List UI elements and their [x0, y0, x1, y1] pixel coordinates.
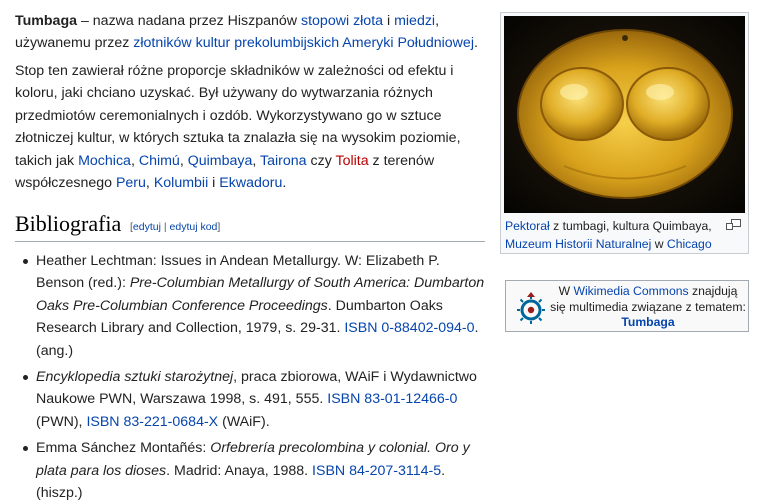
image-thumbnail: Pektorał z tumbagi, kultura Quimbaya, Muz…	[500, 12, 749, 254]
text: (PWN),	[36, 413, 87, 430]
link-wikimedia-commons[interactable]: Wikimedia Commons	[573, 284, 688, 298]
link-ameryki-poludniowej[interactable]: Ameryki Południowej	[342, 35, 474, 51]
magnify-clip-icon[interactable]	[726, 219, 741, 230]
list-item: Emma Sánchez Montañés: Orfebrería precol…	[15, 437, 490, 504]
text: ]	[217, 221, 221, 233]
isbn-link[interactable]: ISBN 0-88402-094-0	[344, 320, 474, 336]
text: w	[651, 237, 667, 251]
text: – nazwa nadana przez Hiszpanów	[77, 13, 301, 29]
isbn-link[interactable]: ISBN 83-01-12466-0	[327, 391, 457, 407]
description-paragraph: Stop ten zawierał różne proporcje składn…	[15, 60, 485, 194]
section-heading: Bibliografia [edytuj | edytuj kod]	[15, 210, 485, 242]
link-mochica[interactable]: Mochica	[78, 153, 131, 169]
edit-section-links: [edytuj | edytuj kod]	[130, 220, 220, 234]
text: z tumbagi, kultura Quimbaya,	[549, 219, 712, 233]
book-title: Encyklopedia sztuki starożytnej	[36, 369, 234, 386]
link-kultur-prekolumbijskich[interactable]: kultur prekolumbijskich	[196, 35, 340, 51]
text: .	[282, 175, 287, 192]
edit-source-link[interactable]: edytuj kod	[170, 221, 218, 233]
bullet	[23, 446, 28, 452]
text: ,	[179, 152, 188, 169]
bullet	[23, 375, 28, 381]
isbn-link[interactable]: ISBN 84-207-3114-5	[312, 463, 441, 479]
commons-text: W Wikimedia Commons znajdują się multime…	[550, 284, 746, 331]
link-chimu[interactable]: Chimú	[139, 153, 180, 169]
link-zloto[interactable]: złota	[353, 13, 383, 29]
commons-box: W Wikimedia Commons znajdują się multime…	[505, 280, 749, 332]
text: ,	[130, 152, 139, 169]
wikimedia-commons-logo-icon	[517, 292, 545, 324]
link-stop[interactable]: stopowi	[301, 13, 349, 29]
link-ekwadoru[interactable]: Ekwadoru	[219, 175, 282, 191]
text: i	[383, 13, 395, 29]
link-miedz[interactable]: miedzi	[394, 13, 435, 29]
link-chicago[interactable]: Chicago	[667, 237, 712, 251]
link-peru[interactable]: Peru	[116, 175, 146, 191]
link-kolumbii[interactable]: Kolumbii	[154, 175, 208, 191]
link-commons-topic[interactable]: Tumbaga	[621, 315, 674, 329]
link-zlotnikow[interactable]: złotników	[133, 35, 191, 51]
text: ,	[252, 152, 261, 169]
edit-link[interactable]: edytuj	[133, 221, 161, 233]
text: . Madrid: Anaya, 1988.	[166, 462, 313, 479]
list-item: Encyklopedia sztuki starożytnej, praca z…	[15, 366, 490, 433]
bullet	[23, 259, 28, 264]
list-item: Heather Lechtman: Issues in Andean Metal…	[15, 250, 490, 362]
link-tairona[interactable]: Tairona	[260, 153, 307, 169]
link-quimbaya[interactable]: Quimbaya	[188, 153, 253, 169]
section-title: Bibliografia	[15, 211, 122, 236]
text: (WAiF).	[218, 413, 270, 430]
text: Emma Sánchez Montañés:	[36, 440, 211, 457]
pectoral-image[interactable]	[504, 16, 745, 213]
text: ,	[145, 175, 154, 192]
link-muzeum-historii-naturalnej[interactable]: Muzeum Historii Naturalnej	[505, 237, 651, 251]
isbn-link[interactable]: ISBN 83-221-0684-X	[86, 414, 218, 430]
redlink-tolita[interactable]: Tolita	[335, 153, 368, 169]
thumbnail-caption: Pektorał z tumbagi, kultura Quimbaya, Muz…	[505, 217, 743, 253]
text: W	[558, 284, 574, 298]
text: .	[473, 35, 478, 52]
text: czy	[306, 152, 336, 169]
text: |	[160, 221, 170, 233]
article-term: Tumbaga	[15, 13, 78, 29]
bibliography-list: Heather Lechtman: Issues in Andean Metal…	[15, 250, 490, 504]
link-pektoral[interactable]: Pektorał	[505, 219, 550, 233]
intro-paragraph: Tumbaga – nazwa nadana przez Hiszpanów s…	[15, 10, 485, 55]
text: i	[208, 175, 220, 192]
